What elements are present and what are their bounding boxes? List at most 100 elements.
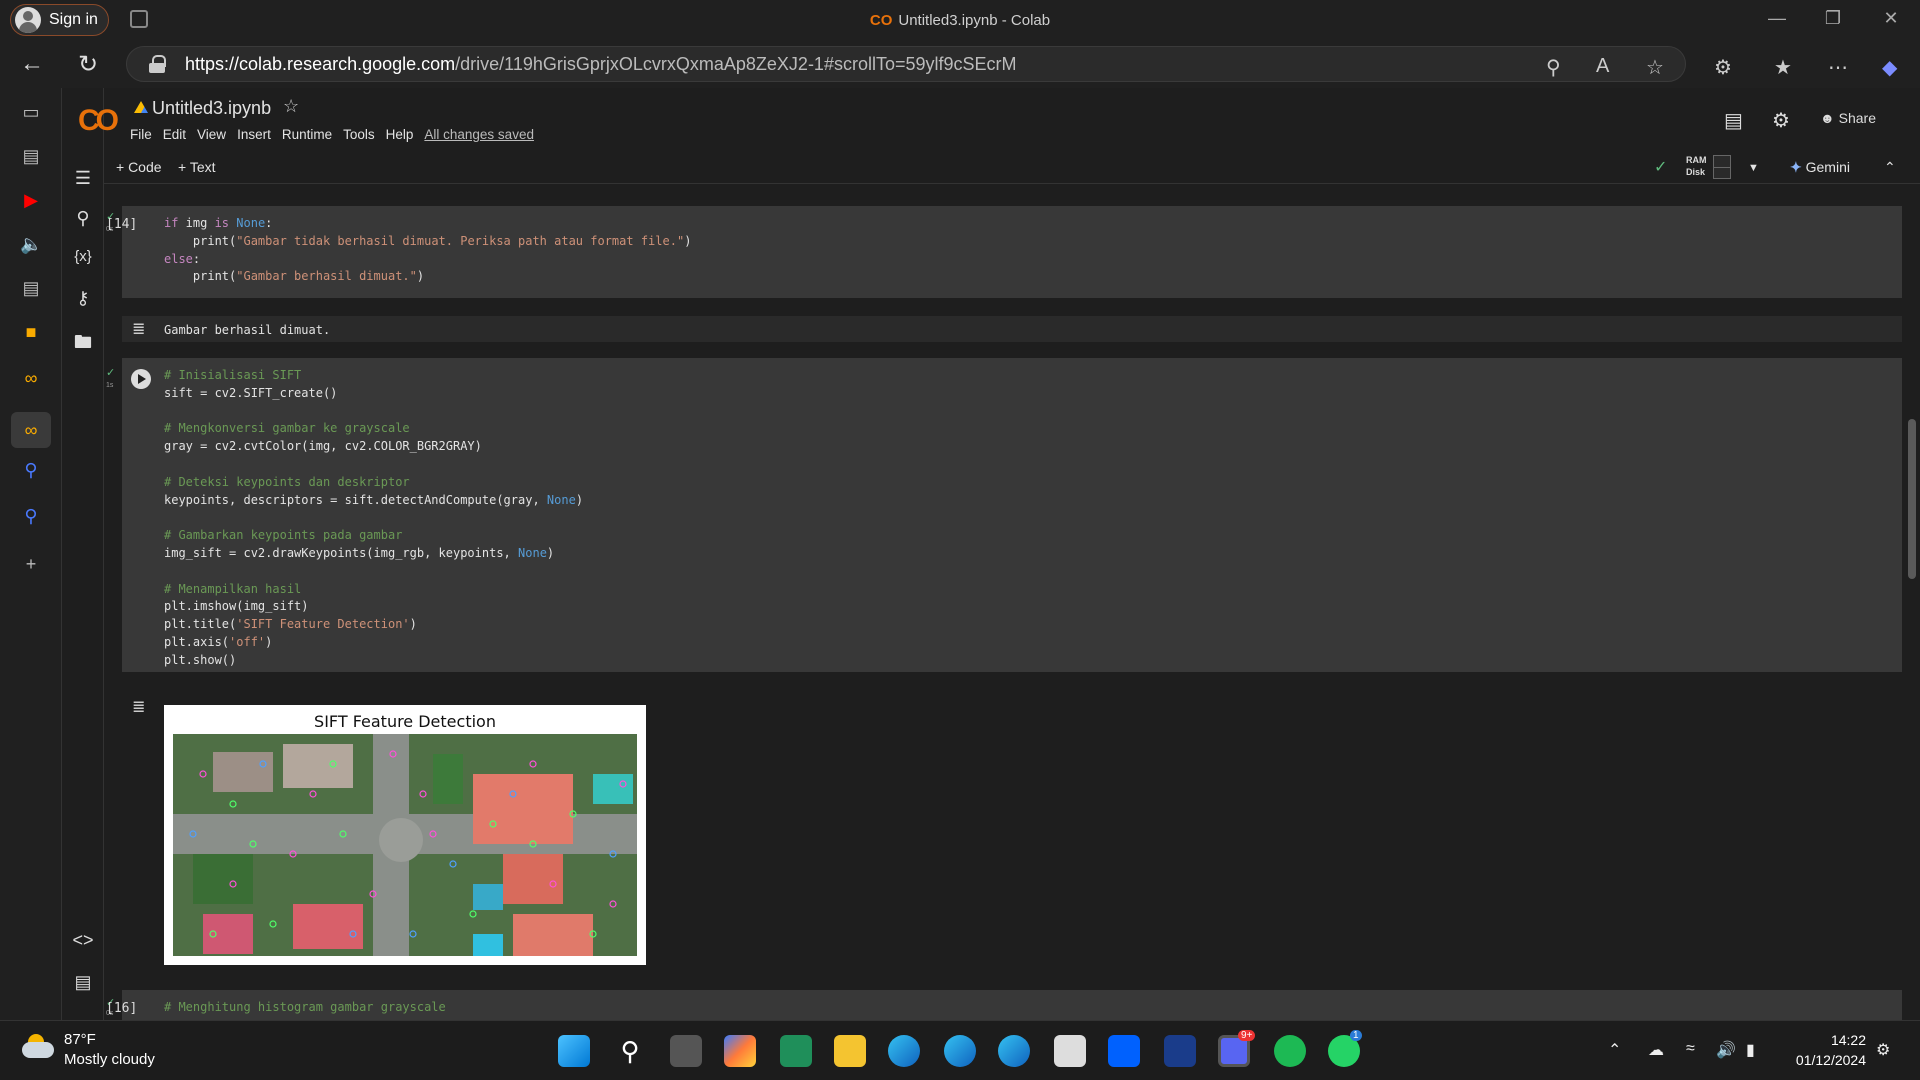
dropbox-icon[interactable] xyxy=(1108,1035,1140,1067)
command-palette-icon[interactable]: ▤ xyxy=(72,972,94,993)
weather-cloud-icon[interactable] xyxy=(22,1034,56,1060)
menu-help[interactable]: Help xyxy=(386,127,414,142)
restore-icon[interactable]: ❐ xyxy=(1818,8,1848,29)
code-cell[interactable]: [14] if img is None: print("Gambar tidak… xyxy=(106,206,1902,298)
settings-gear-icon[interactable]: ⚙ xyxy=(1772,108,1790,133)
gemini-sparkle-icon: ✦ xyxy=(1790,159,1802,175)
connected-check-icon: ✓ xyxy=(1654,159,1668,176)
file-explorer-icon[interactable] xyxy=(834,1035,866,1067)
code-editor[interactable]: # Inisialisasi SIFT sift = cv2.SIFT_crea… xyxy=(164,367,583,670)
add-icon[interactable]: + xyxy=(20,554,42,576)
favorite-star-icon[interactable]: ☆ xyxy=(1646,55,1664,80)
battery-icon[interactable]: ▮ xyxy=(1746,1040,1755,1060)
app-icon[interactable]: ▤ xyxy=(20,278,42,300)
scrollbar-thumb[interactable] xyxy=(1908,419,1916,579)
colab-app-active-icon[interactable]: ∞ xyxy=(11,412,51,448)
resource-meter[interactable] xyxy=(1713,155,1731,179)
search-icon[interactable]: ⚲ xyxy=(72,208,94,229)
slides-icon[interactable]: ■ xyxy=(20,322,42,344)
colab-logo[interactable]: CO xyxy=(78,104,119,138)
edge-icon[interactable] xyxy=(888,1035,920,1067)
edge-icon[interactable] xyxy=(944,1035,976,1067)
files-folder-icon[interactable]: 🖿 xyxy=(72,330,94,360)
show-hidden-icons-icon[interactable]: ⌃ xyxy=(1608,1040,1621,1060)
code-editor[interactable]: if img is None: print("Gambar tidak berh… xyxy=(164,215,691,286)
wifi-icon[interactable]: ≈ xyxy=(1686,1040,1695,1058)
notebook-title[interactable]: Untitled3.ipynb xyxy=(152,98,271,119)
youtube-icon[interactable]: ▶ xyxy=(20,190,42,212)
menu-insert[interactable]: Insert xyxy=(237,127,271,142)
copilot-icon[interactable]: ◆ xyxy=(1882,55,1897,80)
cell-output: ≣ Gambar berhasil dimuat. xyxy=(122,316,1902,342)
table-of-contents-icon[interactable]: ☰ xyxy=(72,168,94,189)
collapse-header-icon[interactable]: ⌃ xyxy=(1884,159,1896,176)
zoom-out-icon[interactable]: ⚲ xyxy=(1546,55,1561,80)
code-cell[interactable]: [16] # Menghitung histogram gambar grays… xyxy=(106,990,1902,1020)
code-cell[interactable]: # Inisialisasi SIFT sift = cv2.SIFT_crea… xyxy=(122,358,1902,672)
save-status[interactable]: All changes saved xyxy=(424,127,534,142)
secrets-key-icon[interactable]: ⚷ xyxy=(72,288,94,309)
tab-list-icon[interactable]: ▭ xyxy=(20,102,42,124)
runtime-dropdown-icon[interactable]: ▼ xyxy=(1748,162,1759,174)
address-bar[interactable]: https://colab.research.google.com/drive/… xyxy=(126,46,1686,82)
run-cell-button[interactable] xyxy=(131,369,151,389)
output-toggle-icon[interactable]: ≣ xyxy=(132,697,145,717)
refresh-icon[interactable]: ↻ xyxy=(78,50,98,79)
edge-icon[interactable] xyxy=(998,1035,1030,1067)
task-view-icon[interactable] xyxy=(670,1035,702,1067)
search-app-icon[interactable]: ⚲ xyxy=(20,506,42,528)
resource-labels[interactable]: RAM Disk xyxy=(1686,154,1707,178)
colab-app-icon[interactable]: ∞ xyxy=(20,368,42,390)
comments-icon[interactable]: ▤ xyxy=(1724,108,1743,133)
clock-time: 14:22 xyxy=(1830,1032,1866,1048)
app-icon[interactable]: ▤ xyxy=(20,146,42,168)
copilot-app-icon[interactable] xyxy=(724,1035,756,1067)
menu-runtime[interactable]: Runtime xyxy=(282,127,332,142)
read-aloud-icon[interactable]: A xyxy=(1596,55,1609,78)
system-clock[interactable]: 14:22 01/12/2024 xyxy=(1786,1030,1866,1070)
close-icon[interactable]: ✕ xyxy=(1876,8,1906,29)
share-button[interactable]: ☻ Share xyxy=(1820,110,1876,126)
weather-widget[interactable]: 87°F Mostly cloudy xyxy=(64,1030,155,1070)
search-app-icon[interactable]: ⚲ xyxy=(20,460,42,482)
menu-view[interactable]: View xyxy=(197,127,226,142)
menu-edit[interactable]: Edit xyxy=(163,127,186,142)
more-icon[interactable]: ⋯ xyxy=(1828,55,1848,80)
notebook-scrollbar[interactable] xyxy=(1906,184,1920,1020)
colab-left-rail: ☰ ⚲ {x} ⚷ 🖿 <> ▤ xyxy=(62,88,104,1020)
search-icon[interactable]: ⚲ xyxy=(614,1035,646,1067)
output-toggle-icon[interactable]: ≣ xyxy=(132,319,145,339)
figure-title: SIFT Feature Detection xyxy=(314,712,496,731)
discord-badge: 9+ xyxy=(1238,1030,1256,1041)
code-snippets-icon[interactable]: <> xyxy=(72,930,94,951)
app-icon[interactable] xyxy=(1164,1035,1196,1067)
clock-date: 01/12/2024 xyxy=(1795,1052,1866,1068)
browser-sidebar: ▭ ▤ ▶ 🔈 ▤ ■ ∞ ∞ ⚲ ⚲ + xyxy=(0,88,62,1020)
back-icon[interactable]: ← xyxy=(20,50,44,78)
volume-icon[interactable]: 🔊 xyxy=(1716,1040,1736,1060)
disk-label: Disk xyxy=(1686,167,1706,177)
start-windows-icon[interactable] xyxy=(558,1035,590,1067)
notifications-icon[interactable]: ⚙ xyxy=(1876,1040,1890,1060)
cell-execution-count: [14] xyxy=(106,217,138,232)
microsoft-store-icon[interactable] xyxy=(1054,1035,1086,1067)
star-icon[interactable]: ☆ xyxy=(283,96,299,117)
extensions-icon[interactable]: ⚙ xyxy=(1714,55,1732,80)
menu-file[interactable]: File xyxy=(130,127,152,142)
add-text-button[interactable]: + Text xyxy=(178,159,216,175)
minimize-icon[interactable]: — xyxy=(1762,8,1792,29)
add-code-button[interactable]: + Code xyxy=(116,159,162,175)
spotify-icon[interactable] xyxy=(1274,1035,1306,1067)
app-icon[interactable] xyxy=(780,1035,812,1067)
share-label: Share xyxy=(1838,110,1876,126)
notebook-area: ✓ 0s [14] if img is None: print("Gambar … xyxy=(104,184,1904,1020)
code-editor[interactable]: # Menghitung histogram gambar grayscale xyxy=(164,999,446,1017)
speaker-icon[interactable]: 🔈 xyxy=(20,234,42,256)
menu-tools[interactable]: Tools xyxy=(343,127,375,142)
url-host: https://colab.research.google.com xyxy=(185,53,456,74)
favorites-icon[interactable]: ★ xyxy=(1774,55,1792,80)
variables-icon[interactable]: {x} xyxy=(72,248,94,265)
gemini-button[interactable]: ✦ Gemini xyxy=(1790,159,1850,176)
onedrive-icon[interactable]: ☁ xyxy=(1648,1040,1664,1060)
cell-success-check-icon: ✓ xyxy=(106,367,116,379)
